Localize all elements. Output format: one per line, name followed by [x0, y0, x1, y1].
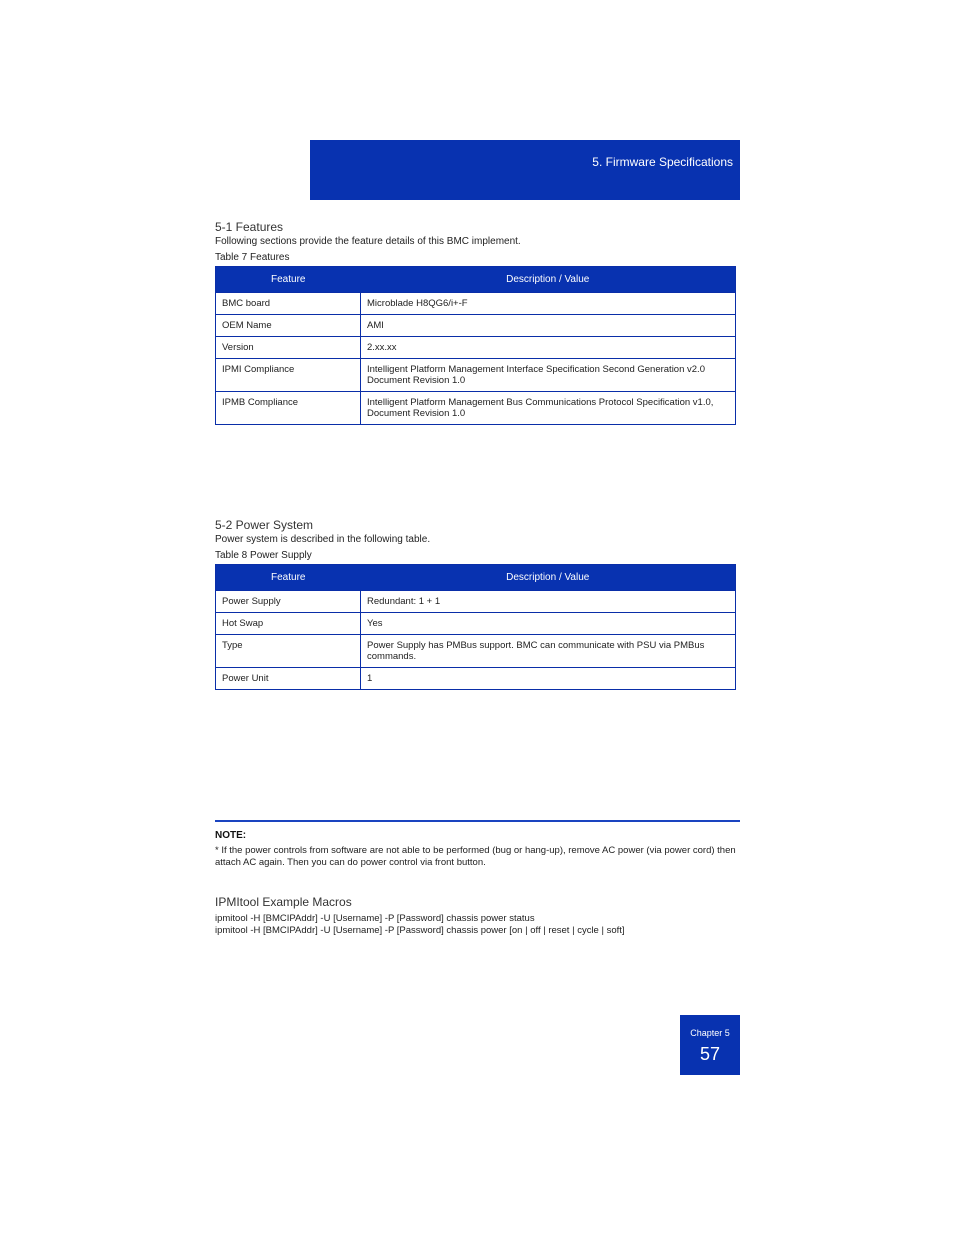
- horizontal-rule: [215, 820, 740, 822]
- macro-line: ipmitool -H [BMCIPAddr] -U [Username] -P…: [215, 913, 740, 925]
- table-cell: Version: [216, 337, 361, 359]
- table-cell: Power Unit: [216, 668, 361, 690]
- table-header-cell: Description / Value: [361, 267, 736, 293]
- power-section: 5-2 Power System Power system is describ…: [215, 518, 740, 690]
- chapter-title: 5. Firmware Specifications: [323, 155, 733, 169]
- table-caption: Table 8 Power Supply: [215, 550, 740, 561]
- page-number: 57: [680, 1042, 740, 1067]
- features-section: 5-1 Features Following sections provide …: [215, 220, 740, 425]
- table-cell: Power Supply: [216, 591, 361, 613]
- table-cell: 1: [361, 668, 736, 690]
- note-label: NOTE:: [215, 830, 246, 841]
- table-cell: OEM Name: [216, 315, 361, 337]
- table-row: OEM NameAMI: [216, 315, 736, 337]
- table-header-row: Feature Description / Value: [216, 565, 736, 591]
- section-heading: 5-2 Power System: [215, 518, 740, 532]
- table-row: IPMB ComplianceIntelligent Platform Mana…: [216, 392, 736, 425]
- table-caption: Table 7 Features: [215, 252, 740, 263]
- table-cell: Power Supply has PMBus support. BMC can …: [361, 635, 736, 668]
- page-number-badge: Chapter 5 57: [680, 1015, 740, 1075]
- note-text: * If the power controls from software ar…: [215, 845, 740, 870]
- table-header-cell: Feature: [216, 565, 361, 591]
- section-intro: Power system is described in the followi…: [215, 534, 740, 545]
- table-row: Power Unit1: [216, 668, 736, 690]
- table-cell: IPMI Compliance: [216, 359, 361, 392]
- table-header-cell: Description / Value: [361, 565, 736, 591]
- macro-lines: ipmitool -H [BMCIPAddr] -U [Username] -P…: [215, 913, 740, 938]
- features-table: Feature Description / Value BMC boardMic…: [215, 266, 736, 425]
- table-cell: Intelligent Platform Management Interfac…: [361, 359, 736, 392]
- table-cell: Yes: [361, 613, 736, 635]
- power-table: Feature Description / Value Power Supply…: [215, 564, 736, 690]
- table-cell: IPMB Compliance: [216, 392, 361, 425]
- macro-heading: IPMItool Example Macros: [215, 895, 352, 909]
- table-row: IPMI ComplianceIntelligent Platform Mana…: [216, 359, 736, 392]
- table-header-cell: Feature: [216, 267, 361, 293]
- table-cell: AMI: [361, 315, 736, 337]
- table-cell: BMC board: [216, 293, 361, 315]
- page-chapter-label: Chapter 5: [680, 1027, 740, 1040]
- chapter-title-band: [310, 140, 740, 200]
- table-row: TypePower Supply has PMBus support. BMC …: [216, 635, 736, 668]
- table-row: Power SupplyRedundant: 1 + 1: [216, 591, 736, 613]
- table-row: Hot SwapYes: [216, 613, 736, 635]
- section-heading: 5-1 Features: [215, 220, 740, 234]
- table-row: BMC boardMicroblade H8QG6/i+-F: [216, 293, 736, 315]
- table-cell: Intelligent Platform Management Bus Comm…: [361, 392, 736, 425]
- table-header-row: Feature Description / Value: [216, 267, 736, 293]
- table-cell: Microblade H8QG6/i+-F: [361, 293, 736, 315]
- macro-line: ipmitool -H [BMCIPAddr] -U [Username] -P…: [215, 925, 740, 937]
- table-cell: Hot Swap: [216, 613, 361, 635]
- table-cell: 2.xx.xx: [361, 337, 736, 359]
- table-row: Version2.xx.xx: [216, 337, 736, 359]
- section-intro: Following sections provide the feature d…: [215, 236, 740, 247]
- table-cell: Type: [216, 635, 361, 668]
- table-cell: Redundant: 1 + 1: [361, 591, 736, 613]
